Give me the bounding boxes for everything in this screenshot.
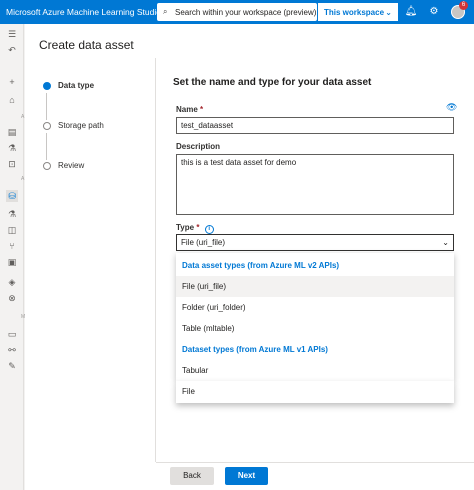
search-placeholder: Search within your workspace (preview) [175,7,317,17]
step-indicator-icon [43,161,51,170]
app-title[interactable]: Microsoft Azure Machine Learning Studio [6,7,161,17]
workspace-dropdown[interactable]: This workspace ⌄ [318,3,398,21]
models-icon[interactable]: ◈ [6,276,18,288]
wizard-footer: Back Next [156,462,474,490]
designer-icon[interactable]: ⊡ [6,158,18,170]
next-button[interactable]: Next [225,467,268,485]
name-field[interactable]: test_dataasset [176,117,454,134]
info-icon[interactable]: i [204,225,214,234]
chevron-down-icon: ⌄ [442,238,449,247]
environments-icon[interactable]: ▣ [6,256,18,268]
eye-icon[interactable]: 👁︎ [446,102,457,113]
notebook-icon[interactable]: ▤ [6,126,18,138]
plus-icon[interactable]: + [6,76,18,88]
form-heading: Set the name and type for your data asse… [173,77,372,88]
step-data-type[interactable]: Data type [43,81,94,90]
gear-icon[interactable]: ⚙ [426,4,442,20]
labeling-icon[interactable]: ✎ [6,360,18,372]
workspace-label: This workspace [324,7,385,17]
name-label-text: Name [176,105,198,114]
step-connector [46,133,47,160]
top-bar: Microsoft Azure Machine Learning Studio … [0,0,474,24]
type-dropdown-tail: File [176,381,454,403]
description-field[interactable]: this is a test data asset for demo [176,154,454,215]
bell-icon[interactable]: 🔔︎ [403,4,419,20]
automl-icon[interactable]: ⚗ [6,142,18,154]
dropdown-option[interactable]: Table (mltable) [176,318,454,339]
step-label: Data type [58,81,95,90]
page-title: Create data asset [39,38,134,52]
jobs-icon[interactable]: ⚗ [6,208,18,220]
create-data-asset-panel: Create data asset Data type Storage path… [25,24,474,490]
nav-section-marker: A [21,114,25,120]
back-arrow-icon[interactable]: ↶ [6,44,18,56]
nav-section-marker: A [21,176,25,182]
pipelines-icon[interactable]: ⑂ [6,240,18,252]
search-input[interactable]: ⌕ Search within your workspace (preview) [157,3,317,21]
dropdown-group-header: Dataset types (from Azure ML v1 APIs) [182,345,328,354]
type-select-value: File (uri_file) [181,238,226,247]
back-button[interactable]: Back [170,467,214,485]
type-label-text: Type [176,223,195,232]
data-icon[interactable]: ⛁ [6,190,18,202]
home-icon[interactable]: ⌂ [6,94,18,106]
description-label: Description [176,142,221,151]
dropdown-option[interactable]: Tabular [176,360,454,381]
endpoints-icon[interactable]: ⊗ [6,292,18,304]
dropdown-option[interactable]: File [176,381,454,402]
step-label: Review [58,161,85,170]
step-connector [46,93,47,120]
dropdown-group-header: Data asset types (from Azure ML v2 APIs) [182,261,340,270]
name-label: Name * [176,105,203,114]
hamburger-icon[interactable]: ☰ [6,28,18,40]
required-marker: * [196,223,200,232]
components-icon[interactable]: ◫ [6,224,18,236]
left-nav: ☰ ↶ + ⌂ A ▤ ⚗ ⊡ A ⛁ ⚗ ◫ ⑂ ▣ ◈ ⊗ M ▭ ⚯ ✎ [0,24,25,490]
linked-services-icon[interactable]: ⚯ [6,344,18,356]
step-review[interactable]: Review [43,161,84,170]
compute-icon[interactable]: ▭ [6,328,18,340]
chevron-down-icon: ⌄ [385,7,392,17]
dropdown-option[interactable]: Folder (uri_folder) [176,297,454,318]
notification-badge: 6 [459,1,468,10]
type-select[interactable]: File (uri_file) ⌄ [176,234,454,251]
data-asset-form: Set the name and type for your data asse… [156,58,474,462]
required-marker: * [200,105,204,114]
type-label: Type * i [176,223,214,234]
type-dropdown: Data asset types (from Azure ML v2 APIs)… [176,253,454,381]
wizard-steps: Data type Storage path Review [25,58,155,462]
step-indicator-icon [43,81,51,90]
dropdown-option[interactable]: File (uri_file) [176,276,454,297]
step-indicator-icon [43,121,51,130]
step-storage-path[interactable]: Storage path [43,121,104,130]
step-label: Storage path [58,121,104,130]
search-icon: ⌕ [163,7,168,16]
